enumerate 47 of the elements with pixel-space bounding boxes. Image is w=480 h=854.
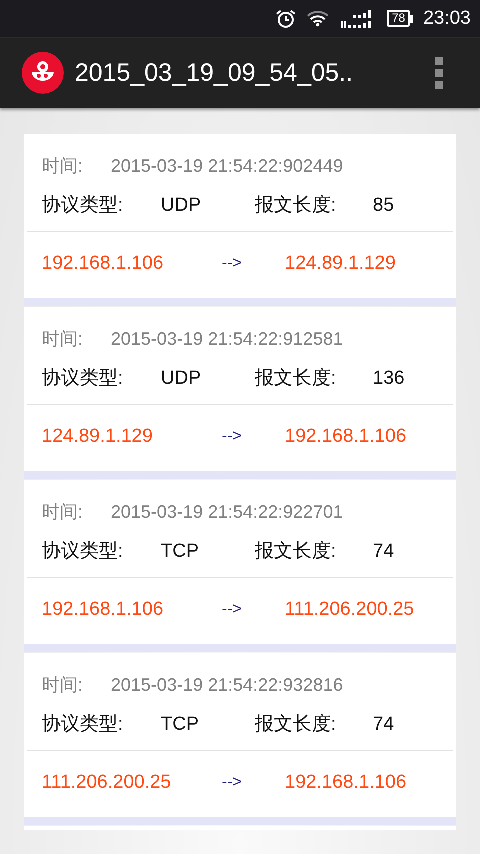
protocol-value: UDP (161, 368, 202, 389)
protocol-value: TCP (161, 714, 199, 735)
alarm-icon (275, 8, 298, 28)
time-value: 2015-03-19 21:54:22:902449 (111, 155, 344, 178)
packet-card[interactable]: 时间: 2015-03-19 21:54:22:902449 协议类型: UDP 报文长度: 85 192.168.1.106 --> 124.89.1.129 (24, 134, 456, 306)
protocol-label: 协议类型: (42, 368, 124, 389)
source-address: 192.168.1.106 (42, 253, 164, 274)
time-label: 时间: (42, 674, 84, 697)
direction-arrow: --> (222, 774, 242, 791)
source-address: 124.89.1.129 (42, 426, 153, 447)
direction-arrow: --> (222, 255, 242, 272)
app-logo-icon (22, 52, 64, 94)
time-label: 时间: (42, 501, 84, 524)
destination-address: 124.89.1.129 (285, 252, 396, 276)
time-value: 2015-03-19 21:54:22:922701 (111, 501, 344, 524)
source-address: 192.168.1.106 (42, 599, 164, 620)
direction-arrow: --> (222, 601, 242, 618)
protocol-value: TCP (161, 541, 199, 562)
clock: 23:03 (423, 8, 471, 30)
battery-level: 78 (387, 10, 410, 27)
time-label: 时间: (42, 328, 84, 351)
wifi-icon (307, 10, 330, 26)
protocol-label: 协议类型: (42, 541, 124, 562)
protocol-label: 协议类型: (42, 714, 124, 735)
protocol-value: UDP (161, 195, 202, 216)
direction-arrow: --> (222, 428, 242, 445)
packet-card[interactable]: 时间: 2015-03-19 21:54:22:922701 协议类型: TCP 报文长度: 74 192.168.1.106 --> 111.206.200.25 (24, 480, 456, 652)
destination-address: 111.206.200.25 (285, 598, 414, 622)
length-label: 报文长度: (255, 195, 336, 216)
time-value: 2015-03-19 21:54:22:912581 (111, 328, 344, 351)
packet-card[interactable]: 时间: 2015-03-19 21:54:22:912581 协议类型: UDP 报文长度: 136 124.89.1.129 --> 192.168.1.106 (24, 307, 456, 479)
length-value: 74 (373, 713, 394, 737)
destination-address: 192.168.1.106 (285, 771, 407, 795)
time-value: 2015-03-19 21:54:22:932816 (111, 674, 344, 697)
length-label: 报文长度: (255, 541, 336, 562)
length-value: 74 (373, 540, 394, 564)
length-label: 报文长度: (255, 714, 336, 735)
length-value: 85 (373, 194, 394, 218)
packet-card[interactable]: 时间: 2015-03-19 21:54:22:932816 协议类型: TCP 报文长度: 74 111.206.200.25 --> 192.168.1.106 (24, 653, 456, 825)
time-label: 时间: (42, 155, 84, 178)
length-value: 136 (373, 367, 405, 391)
source-address: 111.206.200.25 (42, 772, 172, 793)
length-label: 报文长度: (255, 368, 336, 389)
overflow-menu-icon[interactable] (435, 57, 443, 89)
destination-address: 192.168.1.106 (285, 425, 407, 449)
app-title: 2015_03_19_09_54_05.. (75, 58, 354, 88)
protocol-label: 协议类型: (42, 195, 124, 216)
